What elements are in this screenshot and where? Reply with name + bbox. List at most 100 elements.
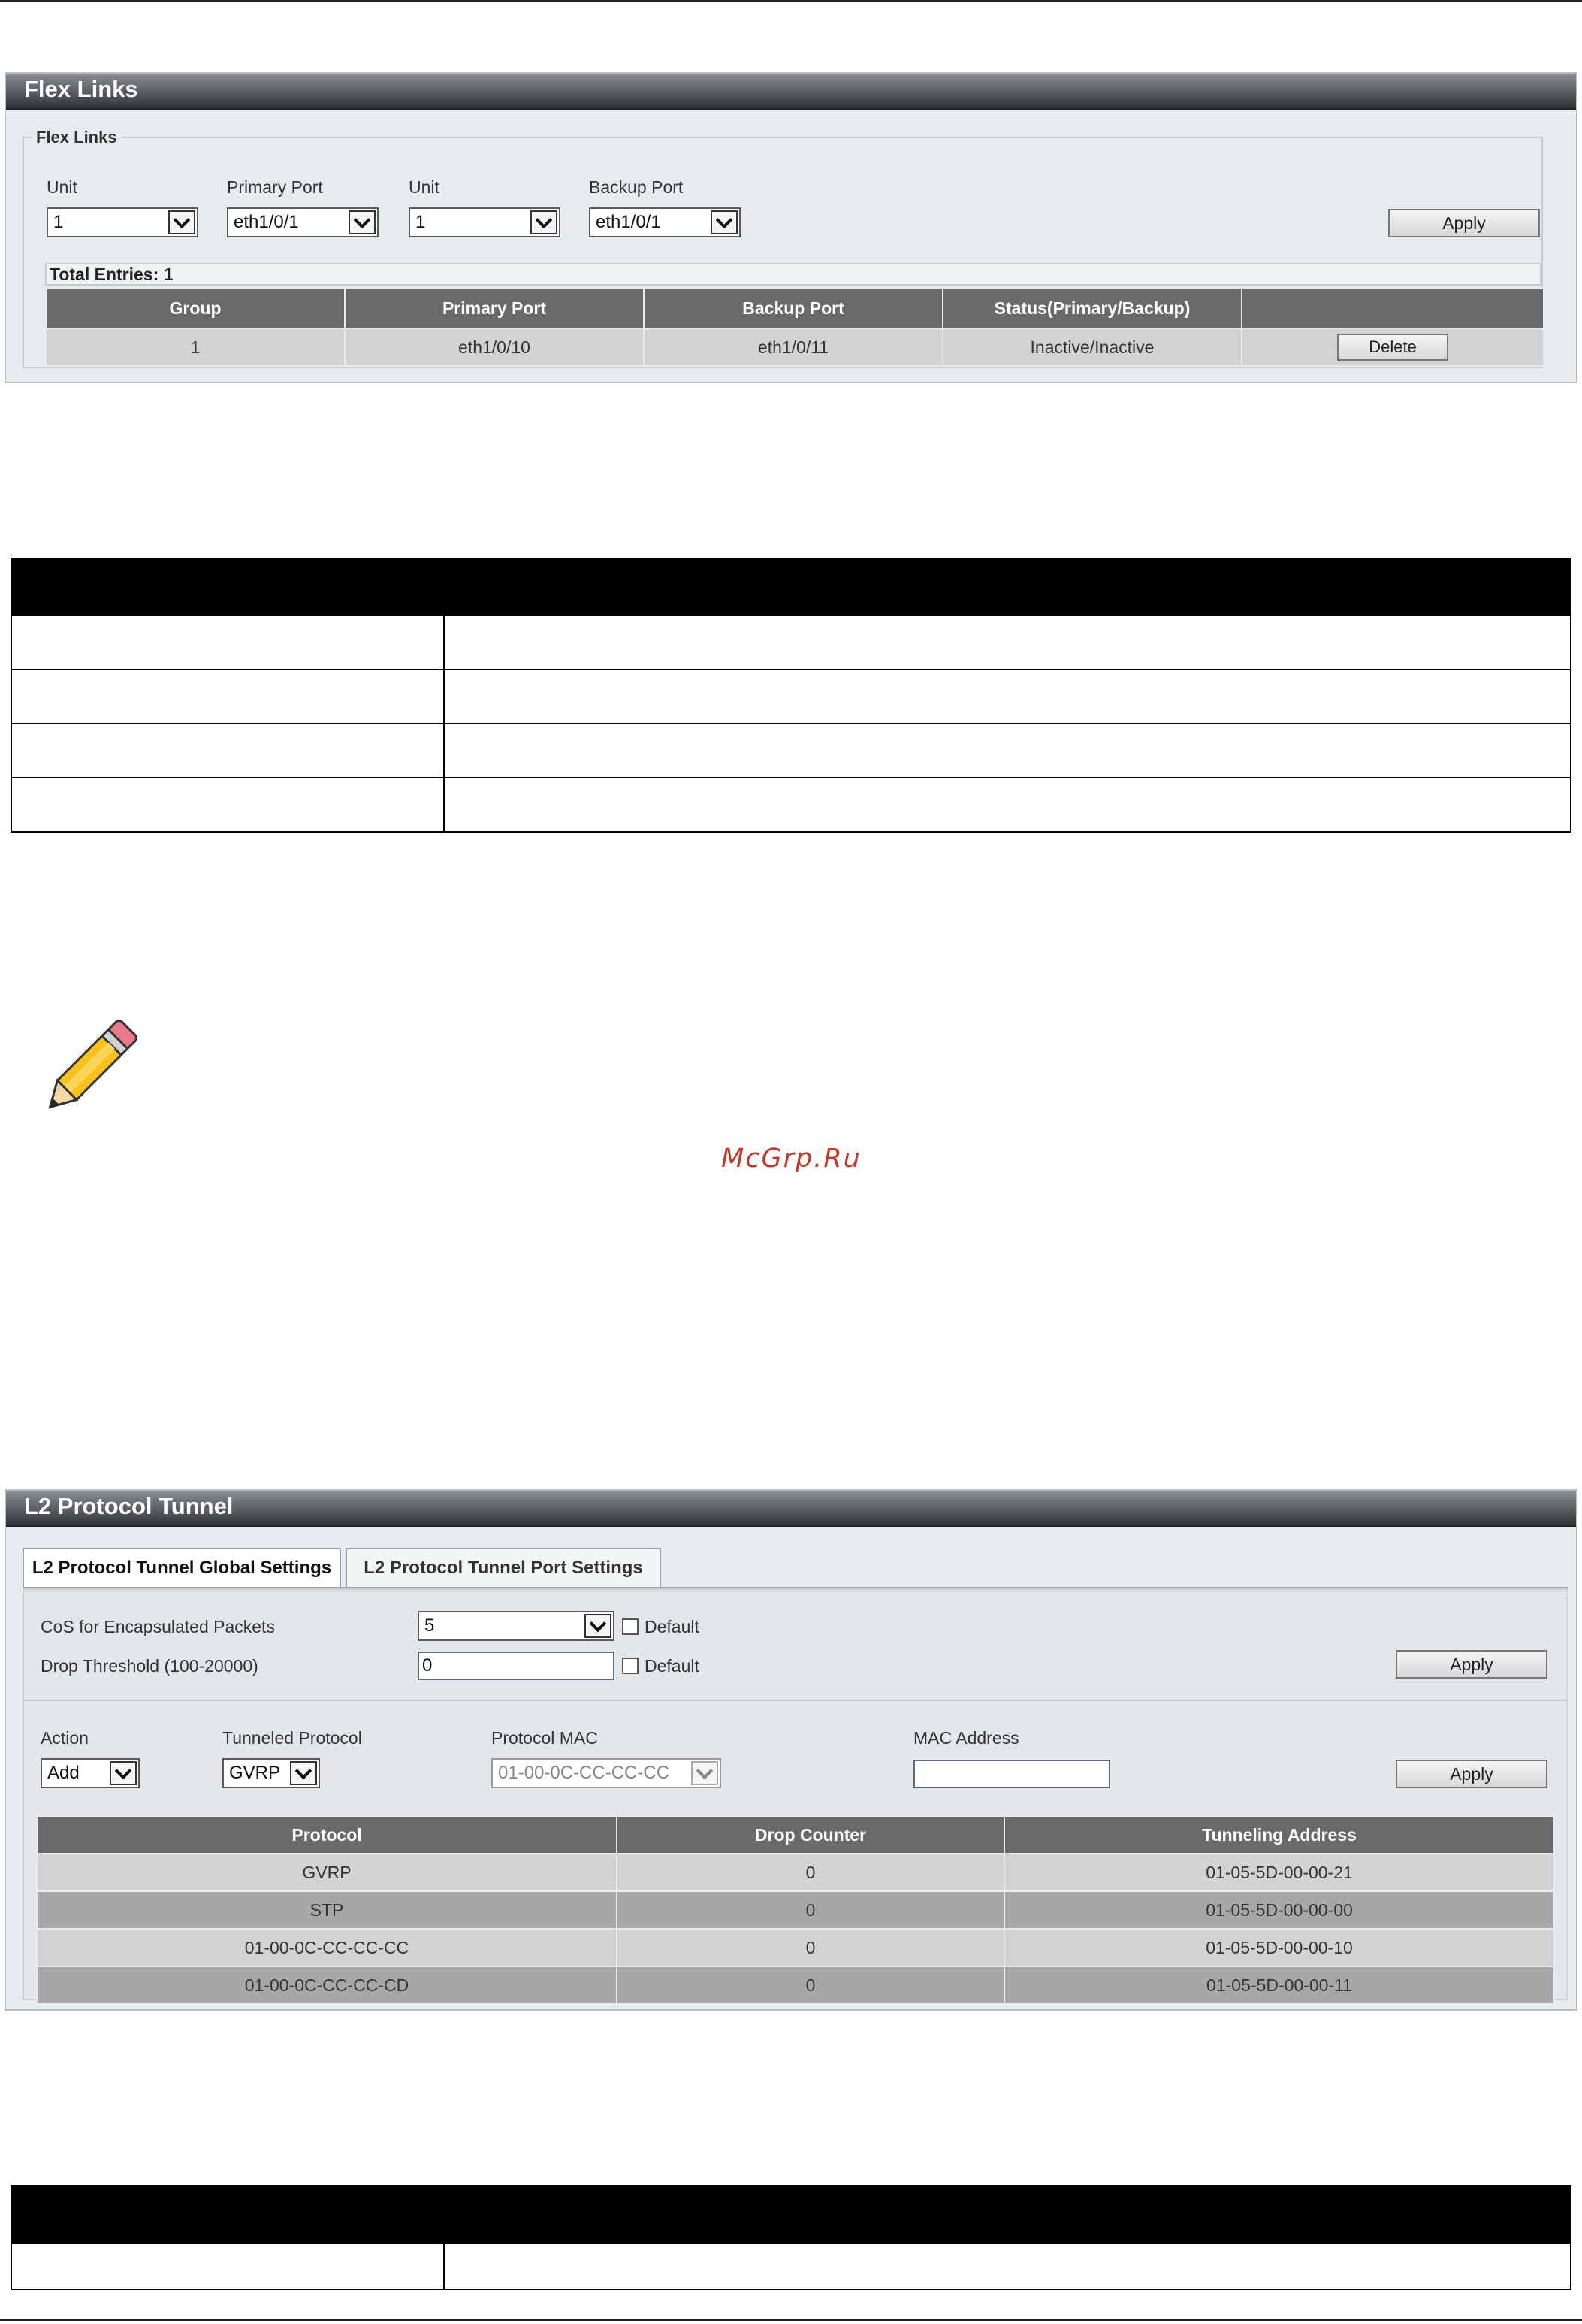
table-row: 01-00-0C-CC-CC-CD 0 01-05-5D-00-00-11 bbox=[36, 1966, 1555, 2005]
cell-protocol: STP bbox=[36, 1890, 617, 1930]
table-row: GVRP 0 01-05-5D-00-00-21 bbox=[36, 1853, 1555, 1892]
table-row bbox=[11, 615, 1571, 670]
backup-port-value: eth1/0/1 bbox=[596, 212, 661, 232]
chevron-down-icon bbox=[691, 1761, 718, 1785]
watermark-text: McGrp.Ru bbox=[721, 1144, 862, 1174]
drop-threshold-input[interactable]: 0 bbox=[418, 1652, 614, 1680]
doc-header-cell bbox=[443, 558, 1571, 616]
cell-tunneling-address: 01-05-5D-00-00-11 bbox=[1004, 1966, 1555, 2005]
chevron-down-icon bbox=[290, 1761, 317, 1785]
protocol-mac-select[interactable]: 01-00-0C-CC-CC-CC bbox=[491, 1758, 721, 1788]
tab-global-settings[interactable]: L2 Protocol Tunnel Global Settings bbox=[23, 1548, 341, 1588]
action-select[interactable]: Add bbox=[41, 1758, 140, 1788]
cell-drop-counter: 0 bbox=[616, 1928, 1005, 1967]
primary-port-value: eth1/0/1 bbox=[234, 212, 299, 232]
l2pt-panel: L2 Protocol Tunnel L2 Protocol Tunnel Gl… bbox=[5, 1489, 1577, 2011]
col-header-primary-port: Primary Port bbox=[344, 287, 645, 329]
section-divider bbox=[23, 1700, 1568, 1701]
cell-drop-counter: 0 bbox=[616, 1890, 1005, 1930]
cos-default-label: Default bbox=[645, 1617, 699, 1636]
cos-value: 5 bbox=[424, 1615, 435, 1636]
table-row: 01-00-0C-CC-CC-CC 0 01-05-5D-00-00-10 bbox=[36, 1928, 1555, 1967]
table-row: STP 0 01-05-5D-00-00-00 bbox=[36, 1890, 1555, 1930]
cell-protocol: 01-00-0C-CC-CC-CD bbox=[36, 1966, 617, 2005]
cell-protocol: 01-00-0C-CC-CC-CC bbox=[36, 1928, 617, 1967]
cell-status: Inactive/Inactive bbox=[942, 328, 1242, 367]
parameter-table-1 bbox=[11, 558, 1571, 833]
cell-tunneling-address: 01-05-5D-00-00-10 bbox=[1004, 1928, 1555, 1967]
global-apply-button[interactable]: Apply bbox=[1396, 1650, 1547, 1679]
cell-primary-port: eth1/0/10 bbox=[344, 328, 645, 367]
backup-port-label: Backup Port bbox=[589, 177, 684, 197]
chevron-down-icon bbox=[168, 210, 195, 234]
mac-address-input[interactable] bbox=[913, 1760, 1110, 1788]
doc-header-cell bbox=[11, 558, 445, 616]
cell-action: Delete bbox=[1241, 328, 1544, 367]
chevron-down-icon bbox=[584, 1614, 611, 1638]
tab-port-settings[interactable]: L2 Protocol Tunnel Port Settings bbox=[346, 1548, 661, 1588]
tunneled-protocol-value: GVRP bbox=[229, 1763, 281, 1783]
cos-default-checkbox[interactable] bbox=[622, 1618, 639, 1635]
drop-threshold-label: Drop Threshold (100-20000) bbox=[41, 1656, 258, 1676]
cell-protocol: GVRP bbox=[36, 1853, 617, 1892]
tunnel-apply-button[interactable]: Apply bbox=[1396, 1760, 1547, 1788]
top-rule bbox=[0, 0, 1582, 2]
table-row bbox=[11, 723, 1571, 778]
doc-header-cell bbox=[11, 2185, 445, 2244]
table-row bbox=[11, 669, 1571, 724]
action-value: Add bbox=[47, 1763, 80, 1783]
primary-port-label: Primary Port bbox=[227, 177, 323, 197]
cell-drop-counter: 0 bbox=[616, 1853, 1005, 1892]
table-row: 1 eth1/0/10 eth1/0/11 Inactive/Inactive … bbox=[45, 328, 1544, 367]
cos-select[interactable]: 5 bbox=[418, 1611, 614, 1641]
mac-address-label: MAC Address bbox=[913, 1728, 1019, 1748]
col-header-drop-counter: Drop Counter bbox=[616, 1815, 1005, 1854]
l2pt-title: L2 Protocol Tunnel bbox=[6, 1491, 1576, 1527]
flex-links-legend: Flex Links bbox=[36, 128, 117, 147]
pencil-note-icon bbox=[48, 1020, 137, 1109]
backup-port-select[interactable]: eth1/0/1 bbox=[589, 207, 741, 237]
unit1-select[interactable]: 1 bbox=[47, 207, 198, 237]
cell-backup-port: eth1/0/11 bbox=[643, 328, 943, 367]
col-header-protocol: Protocol bbox=[36, 1815, 617, 1854]
chevron-down-icon bbox=[530, 210, 557, 234]
col-header-backup-port: Backup Port bbox=[643, 287, 943, 329]
doc-header-cell bbox=[443, 2185, 1571, 2244]
cell-drop-counter: 0 bbox=[616, 1966, 1005, 2005]
col-header-tunneling-address: Tunneling Address bbox=[1004, 1815, 1555, 1854]
chevron-down-icon bbox=[711, 210, 738, 234]
chevron-down-icon bbox=[110, 1761, 137, 1785]
cell-tunneling-address: 01-05-5D-00-00-00 bbox=[1004, 1890, 1555, 1930]
flex-links-panel: Flex Links Flex Links Unit Primary Port … bbox=[5, 72, 1577, 383]
cos-label: CoS for Encapsulated Packets bbox=[41, 1617, 275, 1636]
cell-group: 1 bbox=[45, 328, 346, 367]
chevron-down-icon bbox=[349, 210, 376, 234]
drop-default-label: Default bbox=[645, 1656, 699, 1676]
primary-port-select[interactable]: eth1/0/1 bbox=[227, 207, 379, 237]
unit1-label: Unit bbox=[47, 177, 77, 197]
table-row bbox=[11, 2242, 1571, 2290]
protocol-mac-value: 01-00-0C-CC-CC-CC bbox=[498, 1763, 670, 1783]
l2pt-table: Protocol Drop Counter Tunneling Address … bbox=[36, 1815, 1555, 2005]
parameter-table-2 bbox=[11, 2185, 1571, 2290]
unit1-value: 1 bbox=[53, 212, 64, 232]
tunneled-protocol-select[interactable]: GVRP bbox=[222, 1758, 320, 1788]
delete-button[interactable]: Delete bbox=[1337, 334, 1448, 361]
flex-links-apply-button[interactable]: Apply bbox=[1388, 209, 1540, 237]
flex-links-table: Group Primary Port Backup Port Status(Pr… bbox=[45, 287, 1544, 367]
col-header-action bbox=[1241, 287, 1544, 329]
protocol-mac-label: Protocol MAC bbox=[491, 1728, 598, 1748]
action-label: Action bbox=[41, 1728, 89, 1748]
col-header-status: Status(Primary/Backup) bbox=[942, 287, 1242, 329]
col-header-group: Group bbox=[45, 287, 346, 329]
unit2-select[interactable]: 1 bbox=[409, 207, 560, 237]
unit2-label: Unit bbox=[409, 177, 439, 197]
drop-default-checkbox[interactable] bbox=[622, 1658, 639, 1674]
total-entries-bar: Total Entries: 1 bbox=[45, 263, 1541, 286]
flex-links-title: Flex Links bbox=[6, 74, 1576, 110]
cell-tunneling-address: 01-05-5D-00-00-21 bbox=[1004, 1853, 1555, 1892]
tunneled-protocol-label: Tunneled Protocol bbox=[222, 1728, 362, 1748]
total-entries-text: Total Entries: 1 bbox=[50, 264, 174, 284]
unit2-value: 1 bbox=[415, 212, 426, 232]
bottom-rule bbox=[0, 2319, 1582, 2321]
